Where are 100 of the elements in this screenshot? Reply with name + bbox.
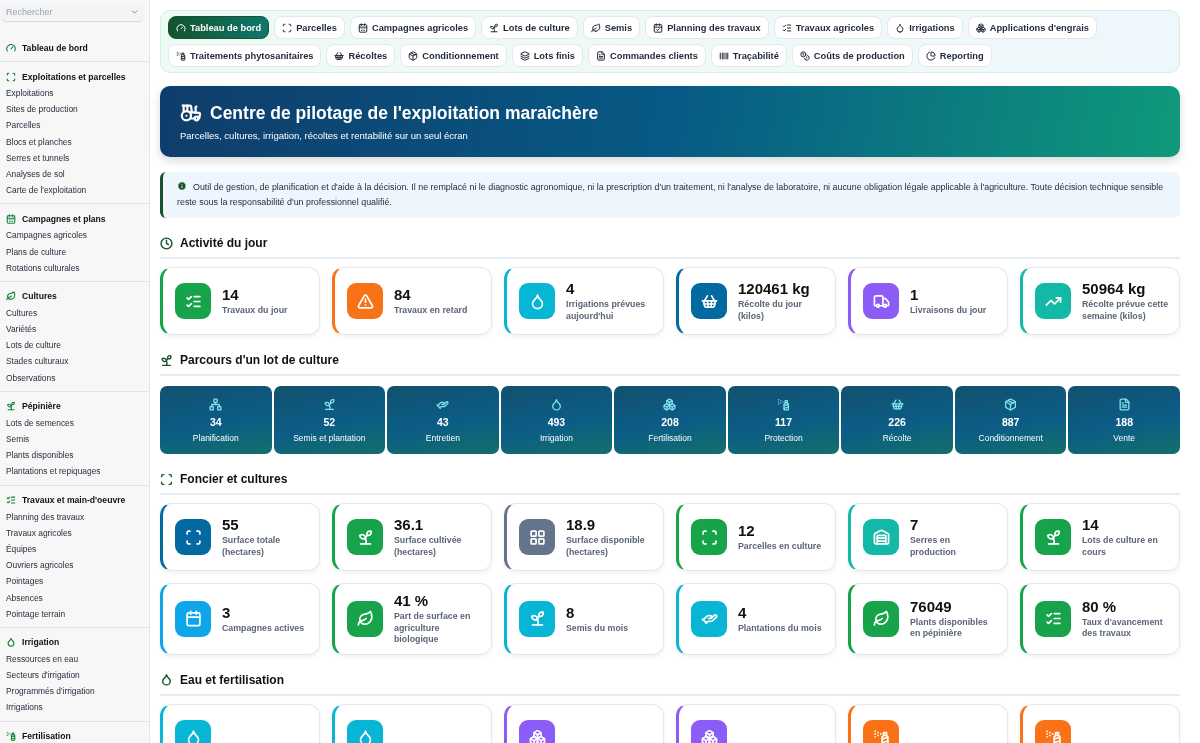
sidebar-item[interactable]: Plants disponibles: [0, 447, 149, 464]
sidebar-item[interactable]: Observations: [0, 369, 149, 386]
stat-label: Semis du mois: [566, 622, 629, 634]
step-value: 887: [1001, 415, 1020, 428]
coins-icon: [799, 50, 810, 61]
sidebar-item[interactable]: Ressources en eau: [0, 650, 149, 668]
sidebar-item[interactable]: Variétés: [0, 321, 149, 338]
tractor-icon: [180, 102, 202, 124]
sidebar-item[interactable]: Lots de culture: [0, 337, 149, 354]
tab[interactable]: Conditionnement: [400, 44, 507, 67]
basket-icon: [890, 397, 904, 411]
sidebar-item[interactable]: Stades culturaux: [0, 353, 149, 370]
tab[interactable]: Récoltes: [326, 44, 396, 67]
stat-label: Récolte du jour (kilos): [738, 299, 804, 322]
tab[interactable]: Lots finis: [511, 44, 583, 67]
frame-icon: [282, 22, 293, 33]
sidebar-item[interactable]: Pointage terrain: [0, 605, 149, 622]
leaf-icon: [590, 22, 601, 33]
tab[interactable]: Planning des travaux: [645, 16, 769, 39]
tab[interactable]: Tableau de bord: [168, 16, 270, 39]
stat-value: 76049: [910, 597, 953, 615]
step-label: Planification: [192, 432, 239, 443]
tab[interactable]: Irrigations: [887, 16, 963, 39]
sidebar-item[interactable]: Secteurs d'irrigation: [0, 667, 149, 684]
tab[interactable]: Traitements phytosanitaires: [168, 44, 322, 67]
step-label: Semis et plantation: [293, 432, 366, 443]
stat-value: 1: [910, 285, 920, 303]
step-value: 43: [437, 415, 449, 428]
sprout-icon: [489, 22, 500, 33]
stat-value: 3: [222, 603, 232, 621]
sprout-icon: [322, 397, 336, 411]
sidebar-group-title[interactable]: Irrigation: [22, 637, 60, 648]
section-title: Eau et fertilisation: [180, 672, 285, 687]
sidebar-item[interactable]: Lots de semences: [0, 414, 149, 431]
hero-title: Centre de pilotage de l'exploitation maraîchère: [210, 102, 599, 124]
sidebar-group-title[interactable]: Fertilisation: [22, 731, 71, 742]
stat-label: Surface cultivée (hectares): [394, 535, 463, 558]
sidebar-item[interactable]: Absences: [0, 589, 149, 606]
sidebar-item[interactable]: Campagnes agricoles: [0, 227, 149, 244]
calendar-icon: [357, 22, 368, 33]
checklist-icon: [781, 22, 792, 33]
info-icon: [177, 181, 187, 191]
sidebar-item[interactable]: Rotations culturales: [0, 259, 149, 276]
step-label: Entretien: [425, 432, 460, 443]
stat-value: 7: [910, 516, 920, 533]
stat-value: 120461 kg: [738, 280, 811, 297]
sidebar-item[interactable]: Blocs et planches: [0, 133, 149, 150]
frame-icon: [160, 472, 173, 486]
tab[interactable]: Travaux agricoles: [773, 16, 883, 39]
sidebar-item[interactable]: Serres et tunnels: [0, 149, 149, 166]
document-icon: [596, 50, 606, 61]
sidebar-item[interactable]: Carte de l'exploitation: [0, 182, 149, 199]
sidebar-item[interactable]: Cultures: [0, 304, 149, 322]
sidebar-item[interactable]: Plantations et repiquages: [0, 463, 149, 480]
sidebar-item[interactable]: Travaux agricoles: [0, 524, 149, 541]
calendar-icon: [6, 213, 16, 224]
stat-label: Surface disponible (hectares): [566, 535, 646, 558]
tab[interactable]: Semis: [582, 16, 641, 39]
tab[interactable]: Parcelles: [274, 16, 345, 39]
sidebar-group-title[interactable]: Pépinière: [22, 401, 61, 412]
tab[interactable]: Lots de culture: [481, 16, 578, 39]
sidebar-group-title[interactable]: Exploitations et parcelles: [22, 71, 126, 82]
stat-label: Taux d'avancement des travaux: [1082, 616, 1164, 640]
sidebar-item[interactable]: Programmés d'irrigation: [0, 683, 149, 700]
sprout-icon: [6, 401, 16, 412]
sidebar-group-title[interactable]: Tableau de bord: [22, 42, 88, 53]
stat-label: Parcelles en culture: [738, 540, 822, 553]
tab[interactable]: Coûts de production: [791, 44, 913, 67]
sidebar-item[interactable]: Pointages: [0, 573, 149, 590]
sidebar-item[interactable]: Plans de culture: [0, 243, 149, 260]
sidebar-group-title[interactable]: Cultures: [22, 291, 57, 302]
sidebar-item[interactable]: Planning des travaux: [0, 508, 149, 525]
stat-label: Part de surface en agriculture biologique: [394, 611, 472, 646]
stat-value: 8: [566, 603, 576, 621]
sidebar-group-title[interactable]: Campagnes et plans: [22, 213, 106, 224]
tab[interactable]: Applications d'engrais: [967, 16, 1097, 39]
stat-value: 14: [222, 285, 240, 303]
sidebar-item[interactable]: Analyses de sol: [0, 165, 149, 183]
sidebar-group-title[interactable]: Travaux et main-d'oeuvre: [22, 495, 126, 506]
stat-value: 4: [566, 280, 576, 297]
sidebar-item[interactable]: Semis: [0, 431, 149, 448]
section-title: Activité du jour: [180, 236, 268, 250]
tab[interactable]: Commandes clients: [588, 44, 706, 67]
sidebar-item[interactable]: Parcelles: [0, 117, 149, 134]
search-select[interactable]: Rechercher: [2, 3, 143, 21]
droplet-icon: [549, 397, 563, 411]
tab[interactable]: Traçabilité: [710, 44, 787, 67]
sidebar-item[interactable]: Exploitations: [0, 85, 149, 102]
stat-label: Plants disponibles en pépinière: [910, 616, 989, 640]
section-title: Foncier et cultures: [180, 472, 288, 486]
sidebar-item[interactable]: Équipes: [0, 540, 149, 558]
sidebar-item[interactable]: Irrigations: [0, 699, 149, 716]
step-value: 226: [888, 415, 906, 428]
box-icon: [408, 50, 419, 61]
tab[interactable]: Campagnes agricoles: [349, 16, 477, 39]
tab[interactable]: Reporting: [917, 44, 992, 67]
sidebar-item[interactable]: Sites de production: [0, 101, 149, 118]
search-field[interactable]: Rechercher: [6, 7, 130, 17]
stat-value: 84: [394, 285, 412, 303]
sidebar-item[interactable]: Ouvriers agricoles: [0, 557, 149, 574]
